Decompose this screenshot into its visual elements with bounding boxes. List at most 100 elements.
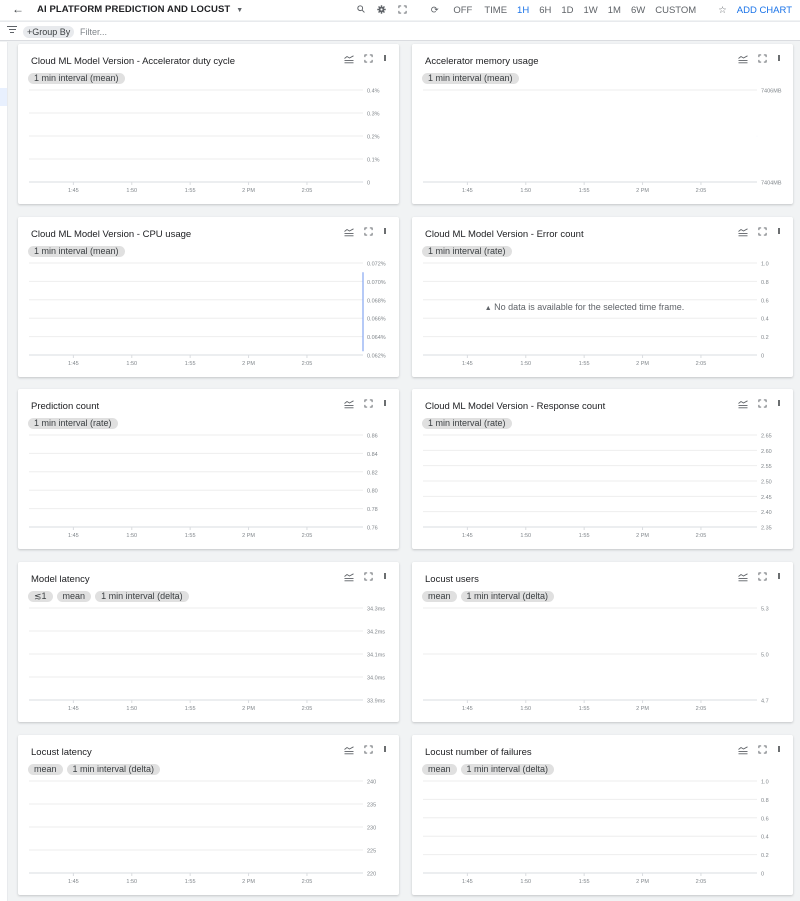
y-tick-label: 0.78 xyxy=(367,507,378,513)
y-tick-label: 220 xyxy=(367,872,376,878)
x-tick-label: 1:50 xyxy=(520,879,531,885)
back-button[interactable]: ← xyxy=(12,2,24,16)
fullscreen-button[interactable] xyxy=(398,4,407,16)
y-tick-label: 235 xyxy=(367,803,376,809)
x-tick-label: 2:05 xyxy=(696,879,707,885)
x-tick-label: 2:05 xyxy=(302,361,313,367)
fullscreen-icon xyxy=(398,4,407,14)
x-tick-label: 1:50 xyxy=(126,188,137,194)
y-tick-label: 2.35 xyxy=(761,526,772,532)
range-1w[interactable]: 1W xyxy=(584,5,598,16)
y-tick-label: 2.60 xyxy=(761,449,772,455)
y-tick-label: 0.80 xyxy=(367,489,378,495)
x-tick-label: 1:55 xyxy=(185,188,196,194)
y-tick-label: 7404MB xyxy=(761,181,782,187)
y-tick-label: 0 xyxy=(761,354,764,360)
chart-card-cpu: Cloud ML Model Version - CPU usage 1 min … xyxy=(18,217,399,377)
star-button[interactable]: ☆ xyxy=(706,5,727,16)
x-tick-label: 2 PM xyxy=(242,879,255,885)
y-tick-label: 34.3ms xyxy=(367,607,385,613)
x-tick-label: 2 PM xyxy=(242,533,255,539)
chart-card-duty: Cloud ML Model Version - Accelerator dut… xyxy=(18,44,399,204)
x-tick-label: 1:55 xyxy=(185,361,196,367)
chart-card-failures: Locust number of failures mean 1 min inter… xyxy=(412,735,793,895)
chart-plot-memory: 7406MB 7404MB 1:45 1:50 1:55 2 PM 2:05 xyxy=(423,89,782,194)
range-6h[interactable]: 6H xyxy=(539,5,551,16)
y-tick-label: 0 xyxy=(761,872,764,878)
x-tick-label: 1:45 xyxy=(68,706,79,712)
y-tick-label: 1.0 xyxy=(761,780,769,786)
y-tick-label: 0.82 xyxy=(367,470,378,476)
y-tick-label: 0.2% xyxy=(367,135,380,141)
x-tick-label: 2 PM xyxy=(242,188,255,194)
y-tick-label: 7406MB xyxy=(761,89,782,95)
filter-list-icon[interactable] xyxy=(7,26,17,36)
add-chart-button[interactable]: ADD CHART xyxy=(737,5,792,16)
y-tick-label: 5.3 xyxy=(761,607,769,613)
group-by-button[interactable]: +Group By xyxy=(23,26,75,38)
warning-icon: ▲ xyxy=(484,305,492,312)
x-tick-label: 1:45 xyxy=(462,706,473,712)
settings-button[interactable] xyxy=(377,4,386,16)
top-bar: ← AI PLATFORM PREDICTION AND LOCUST ▼ ⟳ O… xyxy=(0,0,800,20)
range-1h[interactable]: 1H xyxy=(517,5,529,16)
y-tick-label: 0.6 xyxy=(761,816,769,822)
filter-bar: +Group By xyxy=(0,21,800,41)
y-tick-label: 0.066% xyxy=(367,317,386,323)
dashboard-title-dropdown[interactable]: AI PLATFORM PREDICTION AND LOCUST ▼ xyxy=(37,4,243,15)
x-tick-label: 2:05 xyxy=(302,879,313,885)
x-tick-label: 2:05 xyxy=(696,706,707,712)
y-tick-label: 2.50 xyxy=(761,480,772,486)
y-tick-label: 33.9ms xyxy=(367,699,385,705)
x-tick-label: 1:50 xyxy=(126,533,137,539)
x-tick-label: 1:55 xyxy=(579,533,590,539)
x-tick-label: 2:05 xyxy=(302,533,313,539)
x-tick-label: 2:05 xyxy=(696,188,707,194)
y-tick-label: 0.3% xyxy=(367,112,380,118)
y-tick-label: 4.7 xyxy=(761,699,769,705)
y-tick-label: 225 xyxy=(367,849,376,855)
x-tick-label: 1:50 xyxy=(520,533,531,539)
y-tick-label: 0.84 xyxy=(367,452,378,458)
auto-refresh-label: OFF xyxy=(453,4,473,16)
y-tick-label: 0.2 xyxy=(761,335,769,341)
chart-plot-failures: 1.0 0.8 0.6 0.4 0.2 0 1:45 1:50 1:55 2 PM 2:05 xyxy=(423,780,769,885)
gear-icon xyxy=(377,4,386,14)
chart-plot-predictions: 0.86 0.84 0.82 0.80 0.78 0.76 1:45 1:50 1:55 2 PM… xyxy=(29,434,378,539)
x-tick-label: 1:55 xyxy=(185,533,196,539)
x-tick-label: 2 PM xyxy=(242,706,255,712)
x-tick-label: 1:50 xyxy=(126,361,137,367)
y-tick-label: 0 xyxy=(367,181,370,187)
x-tick-label: 2 PM xyxy=(636,533,649,539)
y-tick-label: 0.4% xyxy=(367,89,380,95)
x-tick-label: 1:55 xyxy=(579,879,590,885)
x-tick-label: 1:50 xyxy=(520,361,531,367)
y-tick-label: 230 xyxy=(367,826,376,832)
x-tick-label: 1:45 xyxy=(68,533,79,539)
chart-plot-errors: 1.0 0.8 0.6 0.4 0.2 0 1:45 1:50 1:55 2 PM 2:05 xyxy=(423,262,769,367)
x-tick-label: 2 PM xyxy=(636,706,649,712)
x-tick-label: 1:45 xyxy=(68,188,79,194)
y-tick-label: 0.070% xyxy=(367,280,386,286)
chart-card-locust-latency: Locust latency mean 1 min interval (delta)… xyxy=(18,735,399,895)
range-1m[interactable]: 1M xyxy=(608,5,621,16)
range-custom[interactable]: CUSTOM xyxy=(655,5,696,16)
range-1d[interactable]: 1D xyxy=(561,5,573,16)
search-icon xyxy=(357,5,365,13)
y-tick-label: 34.2ms xyxy=(367,630,385,636)
filter-input[interactable] xyxy=(80,25,280,39)
x-tick-label: 1:50 xyxy=(520,706,531,712)
chart-plot-users: 5.3 5.0 4.7 1:45 1:50 1:55 2 PM 2:05 xyxy=(423,607,769,712)
x-tick-label: 2 PM xyxy=(242,361,255,367)
chart-card-latency: Model latency ≲1 mean 1 min interval (delta… xyxy=(18,562,399,722)
auto-refresh-toggle[interactable]: ⟳ OFF xyxy=(419,5,473,16)
y-tick-label: 240 xyxy=(367,780,376,786)
y-tick-label: 0.8 xyxy=(761,280,769,286)
y-tick-label: 0.76 xyxy=(367,526,378,532)
x-tick-label: 2:05 xyxy=(302,188,313,194)
range-6w[interactable]: 6W xyxy=(631,5,645,16)
x-tick-label: 1:45 xyxy=(68,361,79,367)
search-button[interactable] xyxy=(357,5,365,15)
chart-card-predictions: Prediction count 1 min interval (rate) 0.8… xyxy=(18,389,399,549)
y-tick-label: 0.6 xyxy=(761,298,769,304)
